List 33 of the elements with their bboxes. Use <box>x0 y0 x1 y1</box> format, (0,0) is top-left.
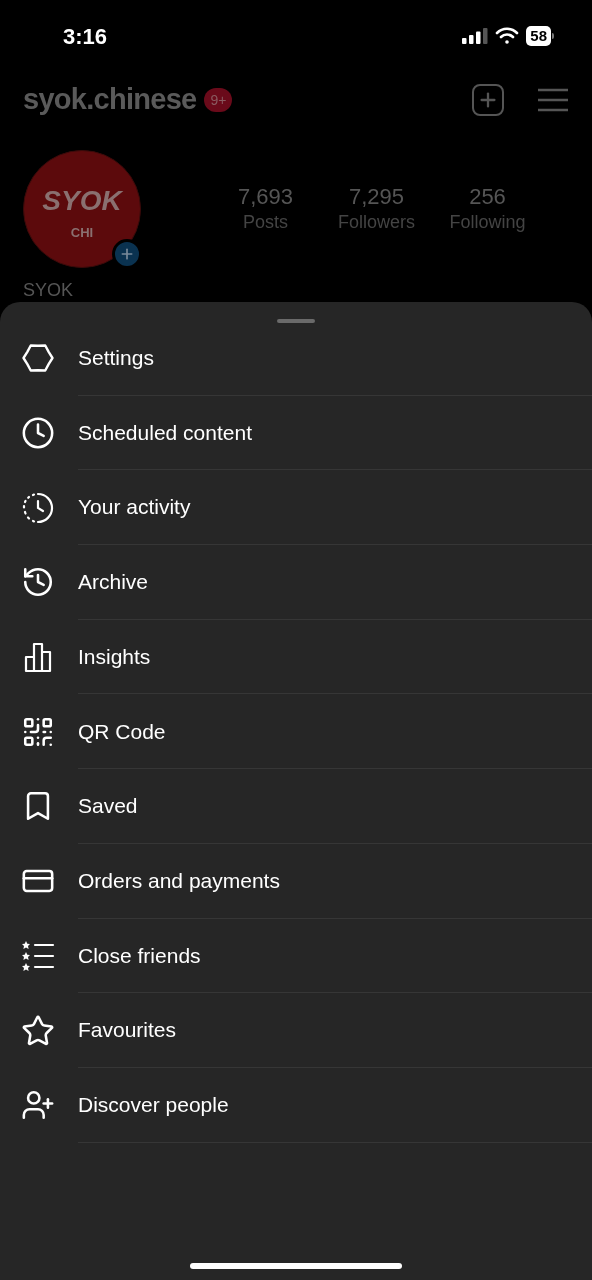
wifi-icon <box>495 27 520 45</box>
avatar-logo-text: SYOK <box>42 187 122 216</box>
avatar-logo-subtext: CHI <box>70 224 94 243</box>
menu-item[interactable]: Archive <box>78 566 149 598</box>
menu-item[interactable]: Close friends <box>78 939 201 972</box>
stat-count: 256 <box>469 184 506 210</box>
create-button[interactable] <box>472 84 504 116</box>
stat-label: Posts <box>243 211 288 234</box>
drag-handle[interactable] <box>277 319 315 323</box>
battery-level: 58 <box>526 26 551 46</box>
star-icon <box>21 1013 55 1048</box>
menu-item[interactable]: Insights <box>78 640 151 673</box>
menu-icon[interactable] <box>538 88 568 112</box>
menu-item[interactable]: Saved <box>78 790 138 822</box>
status-time: 3:16 <box>63 22 108 51</box>
menu-item[interactable]: QR Code <box>78 715 166 748</box>
menu-item[interactable]: Discover people <box>78 1088 229 1121</box>
menu-item[interactable]: Orders and payments <box>78 864 280 897</box>
stat-count: 7,693 <box>237 184 294 210</box>
notification-badge: 9+ <box>204 88 233 112</box>
menu-item[interactable]: Settings <box>78 342 154 374</box>
username: syok.chinese <box>23 82 197 118</box>
profile-name: SYOK <box>22 279 75 302</box>
stat-label: Following <box>449 211 526 234</box>
menu-item[interactable]: Your activity <box>78 491 191 523</box>
signal-icon <box>462 28 489 44</box>
plus-icon <box>119 246 135 262</box>
stat-count: 7,295 <box>348 184 405 210</box>
clock-icon <box>21 416 55 451</box>
stat-label: Followers <box>338 211 415 234</box>
menu-item[interactable]: Scheduled content <box>78 416 252 449</box>
activity-clock-icon <box>21 490 55 525</box>
menu-item[interactable]: Favourites <box>78 1014 177 1046</box>
